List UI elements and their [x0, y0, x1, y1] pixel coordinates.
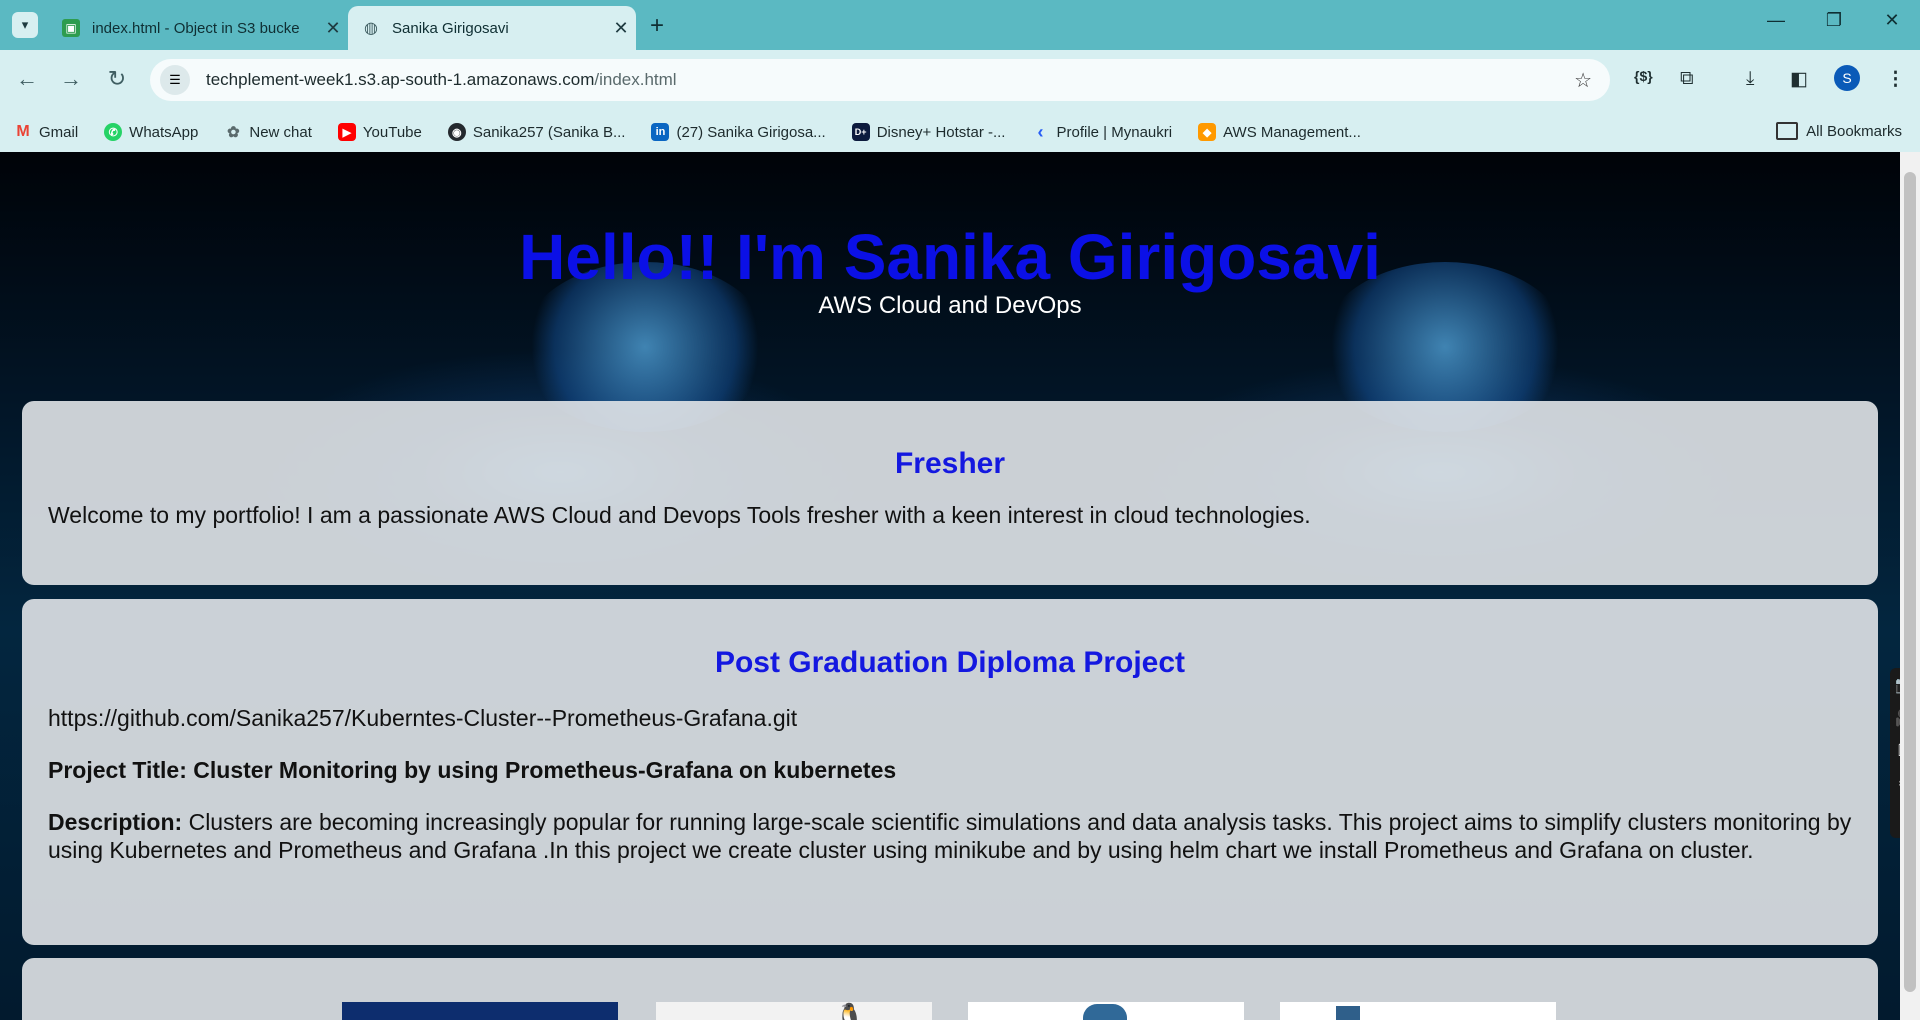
bookmark-new-chat[interactable]: ✿ New chat — [224, 123, 312, 142]
github-icon: ◉ — [447, 123, 466, 141]
tab-title: index.html - Object in S3 bucke — [92, 19, 300, 37]
project-section: Post Graduation Diploma Project https://… — [22, 599, 1878, 945]
site-info-icon[interactable]: ☰ — [160, 65, 190, 95]
folder-icon — [1776, 122, 1799, 140]
bookmarks-bar: M Gmail ✆ WhatsApp ✿ New chat ▶ YouTube ◉ San… — [0, 112, 1920, 152]
globe-icon: ◍ — [364, 20, 378, 37]
minimize-button[interactable]: — — [1756, 10, 1796, 31]
all-bookmarks-button[interactable]: All Bookmarks — [1776, 122, 1902, 140]
json-extension-icon[interactable]: {$} — [1634, 68, 1653, 84]
description-label: Description: — [48, 809, 183, 835]
download-icon[interactable]: ⤓ — [1746, 68, 1754, 90]
bookmark-label: WhatsApp — [129, 123, 199, 141]
browser-toolbar: ← → ↻ ☰ techplement-week1.s3.ap-south-1.… — [0, 50, 1920, 158]
new-tab-button[interactable]: + — [650, 12, 664, 40]
docker-logo-icon — [1336, 1006, 1360, 1020]
url-path: /index.html — [594, 70, 677, 89]
project-heading: Post Graduation Diploma Project — [714, 646, 1186, 679]
address-bar[interactable]: ☰ techplement-week1.s3.ap-south-1.amazon… — [150, 59, 1610, 101]
menu-kebab-icon[interactable]: ⋮ — [1886, 68, 1905, 91]
page-title: Hello!! I'm Sanika Girigosavi — [519, 221, 1381, 293]
page-viewport: Hello!! I'm Sanika Girigosavi AWS Cloud … — [0, 152, 1900, 1020]
gmail-icon: M — [16, 123, 30, 140]
url-text: techplement-week1.s3.ap-south-1.amazonaw… — [206, 70, 677, 90]
tab-search-button[interactable]: ▾ — [12, 12, 38, 38]
close-window-button[interactable]: ✕ — [1872, 10, 1912, 31]
page-subtitle: AWS Cloud and DevOps — [818, 292, 1082, 319]
arrow-right-icon: → — [60, 66, 82, 91]
bookmark-label: New chat — [249, 123, 312, 141]
forward-button[interactable]: → — [56, 64, 86, 94]
python-logo-icon — [1083, 1004, 1127, 1020]
bookmark-youtube[interactable]: ▶ YouTube — [337, 123, 422, 141]
bookmark-label: (27) Sanika Girigosa... — [676, 123, 826, 141]
close-tab-icon[interactable]: ✕ — [606, 18, 636, 39]
fresher-heading: Fresher — [894, 447, 1006, 480]
url-host: techplement-week1.s3.ap-south-1.amazonaw… — [206, 70, 595, 89]
arrow-left-icon: ← — [16, 66, 38, 91]
bookmark-label: Profile | Mynaukri — [1056, 123, 1173, 141]
tab-strip: ▾ ▣ index.html - Object in S3 bucke ✕ ◍ … — [0, 0, 1920, 50]
skill-image-docker — [1280, 1002, 1556, 1020]
aws-icon: ◆ — [1198, 123, 1217, 141]
chevron-down-icon: ▾ — [21, 17, 29, 32]
tab-s3-object[interactable]: ▣ index.html - Object in S3 bucke ✕ — [48, 6, 348, 50]
close-tab-icon[interactable]: ✕ — [318, 18, 348, 39]
tab-title: Sanika Girigosavi — [392, 19, 509, 37]
linkedin-icon: in — [651, 123, 670, 141]
project-description: Description: Clusters are becoming incre… — [48, 808, 1852, 864]
naukri-icon: ‹ — [1037, 121, 1044, 142]
skill-image-python — [968, 1002, 1244, 1020]
bookmark-aws[interactable]: ◆ AWS Management... — [1198, 123, 1361, 141]
bookmark-gmail[interactable]: M Gmail — [14, 123, 78, 141]
hotstar-icon: D+ — [851, 123, 870, 141]
skills-section: 🐧 — [22, 958, 1878, 1020]
youtube-icon: ▶ — [337, 123, 356, 141]
bookmark-hotstar[interactable]: D+ Disney+ Hotstar -... — [851, 123, 1006, 141]
bookmark-whatsapp[interactable]: ✆ WhatsApp — [104, 123, 198, 141]
tab-sanika-girigosavi[interactable]: ◍ Sanika Girigosavi ✕ — [348, 6, 636, 50]
profile-avatar[interactable]: S — [1834, 65, 1860, 91]
restore-button[interactable]: ❐ — [1814, 10, 1854, 31]
bookmark-label: Gmail — [39, 123, 79, 141]
page-scrollbar[interactable] — [1900, 152, 1920, 1020]
chatgpt-icon: ✿ — [227, 124, 240, 141]
skill-image-aws — [342, 1002, 618, 1020]
reload-icon: ↻ — [107, 66, 127, 91]
bookmark-linkedin[interactable]: in (27) Sanika Girigosa... — [651, 123, 826, 141]
bookmark-label: AWS Management... — [1223, 123, 1361, 141]
all-bookmarks-label: All Bookmarks — [1806, 122, 1902, 140]
back-button[interactable]: ← — [12, 64, 42, 94]
extensions-puzzle-icon[interactable]: ⧉ — [1680, 68, 1694, 90]
bookmark-naukri[interactable]: ‹ Profile | Mynaukri — [1031, 121, 1173, 142]
whatsapp-icon: ✆ — [104, 123, 123, 141]
linux-penguin-icon: 🐧 — [836, 1002, 864, 1020]
reload-button[interactable]: ↻ — [102, 64, 132, 94]
fresher-text: Welcome to my portfolio! I am a passiona… — [48, 502, 1311, 528]
bookmark-label: Disney+ Hotstar -... — [876, 123, 1006, 141]
s3-favicon-icon: ▣ — [62, 19, 80, 37]
bookmark-label: Sanika257 (Sanika B... — [472, 123, 626, 141]
bookmark-github[interactable]: ◉ Sanika257 (Sanika B... — [447, 123, 626, 141]
page-header: Hello!! I'm Sanika Girigosavi AWS Cloud … — [0, 222, 1900, 320]
side-panel-icon[interactable]: ◧ — [1790, 68, 1808, 91]
scrollbar-thumb[interactable] — [1904, 172, 1916, 992]
project-link[interactable]: https://github.com/Sanika257/Kuberntes-C… — [48, 704, 1852, 732]
bookmark-label: YouTube — [362, 123, 422, 141]
description-text: Clusters are becoming increasingly popul… — [48, 809, 1852, 863]
skill-image-linux: 🐧 — [656, 1002, 932, 1020]
bookmark-star-icon[interactable]: ☆ — [1574, 68, 1592, 93]
project-title: Project Title: Cluster Monitoring by usi… — [48, 757, 897, 783]
fresher-section: Fresher Welcome to my portfolio! I am a … — [22, 401, 1878, 585]
